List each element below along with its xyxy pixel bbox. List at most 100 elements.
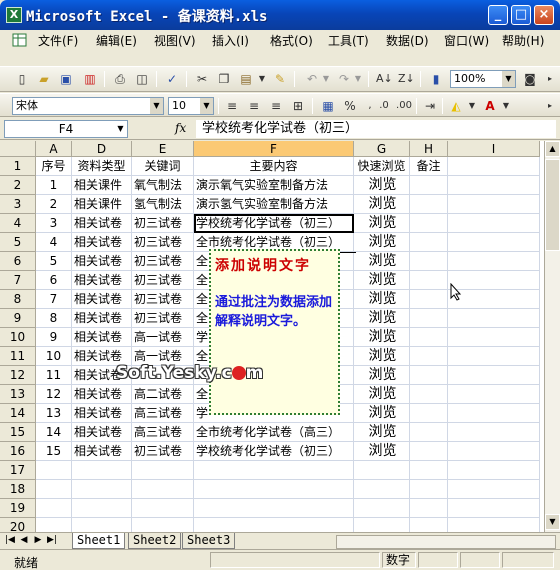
column-header-A[interactable]: A bbox=[36, 141, 72, 157]
table-cell[interactable] bbox=[410, 423, 448, 442]
table-cell[interactable]: 7 bbox=[36, 290, 72, 309]
table-cell[interactable] bbox=[448, 233, 540, 252]
sort-ascending-icon[interactable]: A↓ bbox=[376, 71, 393, 87]
table-cell[interactable]: 关键词 bbox=[132, 157, 194, 176]
menu-data[interactable]: 数据(D) bbox=[386, 32, 429, 49]
table-cell[interactable] bbox=[72, 518, 132, 532]
table-cell[interactable]: 资料类型 bbox=[72, 157, 132, 176]
chevron-down-icon[interactable]: ▼ bbox=[150, 98, 163, 114]
chevron-down-icon[interactable]: ▼ bbox=[502, 71, 515, 87]
table-cell[interactable]: 初三试卷 bbox=[132, 252, 194, 271]
table-cell[interactable]: 相关课件 bbox=[72, 195, 132, 214]
cut-icon[interactable]: ✂ bbox=[194, 71, 210, 87]
table-cell[interactable]: 12 bbox=[36, 385, 72, 404]
browse-link[interactable]: 浏览 bbox=[354, 328, 410, 347]
table-cell[interactable] bbox=[72, 499, 132, 518]
table-cell[interactable]: 13 bbox=[36, 404, 72, 423]
row-header[interactable]: 11 bbox=[0, 347, 36, 366]
table-cell[interactable] bbox=[410, 366, 448, 385]
redo-dropdown-icon[interactable]: ▼ bbox=[350, 71, 366, 87]
scroll-up-icon[interactable]: ▲ bbox=[545, 141, 560, 157]
browse-link[interactable] bbox=[354, 480, 410, 499]
save-icon[interactable]: ▣ bbox=[58, 71, 74, 87]
row-header[interactable]: 20 bbox=[0, 518, 36, 532]
select-all-corner[interactable] bbox=[0, 141, 36, 157]
table-cell[interactable] bbox=[448, 347, 540, 366]
table-cell[interactable]: 初三试卷 bbox=[132, 442, 194, 461]
table-cell[interactable] bbox=[410, 195, 448, 214]
table-cell[interactable]: 相关试卷 bbox=[72, 442, 132, 461]
chart-wizard-icon[interactable]: ▮ bbox=[428, 71, 444, 87]
table-cell[interactable] bbox=[132, 518, 194, 532]
table-cell[interactable]: 初三试卷 bbox=[132, 271, 194, 290]
new-icon[interactable]: ▯ bbox=[14, 71, 30, 87]
table-cell[interactable] bbox=[448, 499, 540, 518]
browse-link[interactable]: 浏览 bbox=[354, 423, 410, 442]
table-cell[interactable]: 相关试卷 bbox=[72, 385, 132, 404]
table-cell[interactable]: 氧气制法 bbox=[132, 176, 194, 195]
table-cell[interactable]: 氢气制法 bbox=[132, 195, 194, 214]
table-cell[interactable]: 6 bbox=[36, 271, 72, 290]
formula-input[interactable]: 学校统考化学试卷（初三） bbox=[196, 120, 556, 138]
browse-link[interactable]: 浏览 bbox=[354, 290, 410, 309]
row-header[interactable]: 5 bbox=[0, 233, 36, 252]
table-cell[interactable] bbox=[132, 461, 194, 480]
permission-icon[interactable]: ▥ bbox=[82, 71, 98, 87]
browse-link[interactable] bbox=[354, 518, 410, 532]
zoom-combo[interactable]: 100% ▼ bbox=[450, 70, 516, 88]
font-size-combo[interactable]: 10 ▼ bbox=[168, 97, 214, 115]
chevron-down-icon[interactable]: ▼ bbox=[200, 98, 213, 114]
table-cell[interactable] bbox=[36, 480, 72, 499]
row-header[interactable]: 15 bbox=[0, 423, 36, 442]
table-cell[interactable]: 学校统考化学试卷（初三） bbox=[194, 214, 354, 233]
currency-icon[interactable]: ▦ bbox=[320, 98, 336, 114]
table-cell[interactable] bbox=[410, 518, 448, 532]
excel-app-icon[interactable]: X bbox=[6, 7, 22, 23]
table-cell[interactable] bbox=[36, 499, 72, 518]
browse-link[interactable]: 浏览 bbox=[354, 195, 410, 214]
row-header[interactable]: 13 bbox=[0, 385, 36, 404]
tab-sheet2[interactable]: Sheet2 bbox=[128, 533, 182, 549]
browse-link[interactable]: 浏览 bbox=[354, 214, 410, 233]
table-cell[interactable] bbox=[132, 499, 194, 518]
prev-sheet-icon[interactable]: ◀ bbox=[18, 535, 30, 545]
menu-help[interactable]: 帮助(H) bbox=[502, 32, 544, 49]
menu-view[interactable]: 视图(V) bbox=[154, 32, 196, 49]
menu-tools[interactable]: 工具(T) bbox=[328, 32, 369, 49]
row-header[interactable]: 7 bbox=[0, 271, 36, 290]
font-color-icon[interactable]: A bbox=[482, 98, 498, 114]
undo-dropdown-icon[interactable]: ▼ bbox=[318, 71, 334, 87]
table-cell[interactable] bbox=[448, 328, 540, 347]
table-cell[interactable]: 5 bbox=[36, 252, 72, 271]
toolbar-options-icon[interactable]: ▸ bbox=[542, 98, 558, 114]
table-cell[interactable] bbox=[36, 518, 72, 532]
table-cell[interactable] bbox=[410, 290, 448, 309]
tab-sheet1[interactable]: Sheet1 bbox=[72, 533, 126, 549]
next-sheet-icon[interactable]: ▶ bbox=[32, 535, 44, 545]
table-cell[interactable]: 4 bbox=[36, 233, 72, 252]
row-header[interactable]: 6 bbox=[0, 252, 36, 271]
table-cell[interactable] bbox=[448, 214, 540, 233]
table-cell[interactable] bbox=[448, 366, 540, 385]
table-cell[interactable] bbox=[448, 461, 540, 480]
fill-color-icon[interactable]: ◭ bbox=[448, 98, 464, 114]
chevron-down-icon[interactable]: ▼ bbox=[114, 121, 127, 137]
table-cell[interactable] bbox=[410, 442, 448, 461]
print-preview-icon[interactable]: ◫ bbox=[134, 71, 150, 87]
table-cell[interactable]: 15 bbox=[36, 442, 72, 461]
format-painter-icon[interactable]: ✎ bbox=[272, 71, 288, 87]
column-header-E[interactable]: E bbox=[132, 141, 194, 157]
table-cell[interactable]: 3 bbox=[36, 214, 72, 233]
cell-comment[interactable]: 添加说明文字 通过批注为数据添加解释说明文字。 bbox=[209, 249, 340, 415]
browse-link[interactable] bbox=[354, 461, 410, 480]
table-cell[interactable] bbox=[410, 233, 448, 252]
table-cell[interactable]: 10 bbox=[36, 347, 72, 366]
font-color-dropdown-icon[interactable]: ▼ bbox=[498, 98, 514, 114]
browse-link[interactable]: 浏览 bbox=[354, 442, 410, 461]
row-header[interactable]: 1 bbox=[0, 157, 36, 176]
table-cell[interactable] bbox=[72, 480, 132, 499]
menu-insert[interactable]: 插入(I) bbox=[212, 32, 249, 49]
table-cell[interactable] bbox=[448, 480, 540, 499]
row-header[interactable]: 10 bbox=[0, 328, 36, 347]
column-header-G[interactable]: G bbox=[354, 141, 410, 157]
